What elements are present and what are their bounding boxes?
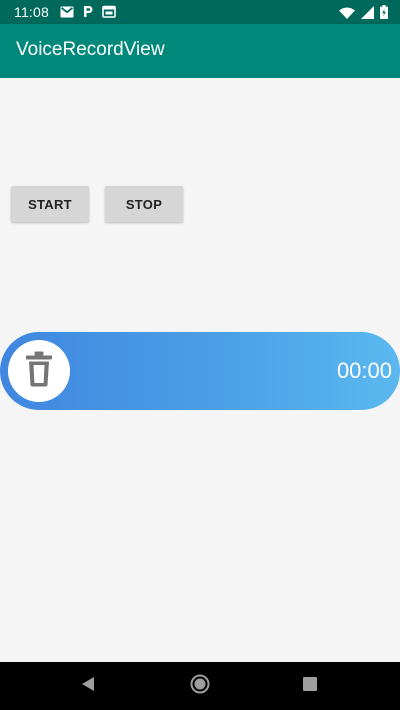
app-bar: VoiceRecordView <box>0 24 400 78</box>
calendar-icon <box>102 5 116 23</box>
voice-record-bar: 00:00 <box>0 332 400 410</box>
recording-timer: 00:00 <box>336 358 392 383</box>
gmail-icon <box>60 5 74 23</box>
status-time: 11:08 <box>14 4 49 20</box>
battery-icon <box>380 5 388 24</box>
app-title: VoiceRecordView <box>16 39 165 60</box>
delete-recording-button[interactable] <box>8 340 70 402</box>
main-content: START STOP 00:00 <box>0 78 400 662</box>
home-icon <box>190 674 210 699</box>
status-bar: 11:08 <box>0 0 400 24</box>
stop-button[interactable]: STOP <box>105 186 183 222</box>
wifi-icon <box>339 6 355 24</box>
navigation-bar <box>0 662 400 710</box>
start-button[interactable]: START <box>11 186 89 222</box>
back-icon <box>81 676 95 697</box>
nav-recents-button[interactable] <box>298 674 322 698</box>
nav-back-button[interactable] <box>76 674 100 698</box>
status-system-icons <box>339 5 388 24</box>
status-notification-icons <box>60 5 116 23</box>
recents-icon <box>303 676 317 696</box>
trash-icon <box>25 351 53 392</box>
signal-icon <box>361 5 374 24</box>
parking-icon <box>82 5 94 23</box>
nav-home-button[interactable] <box>188 674 212 698</box>
